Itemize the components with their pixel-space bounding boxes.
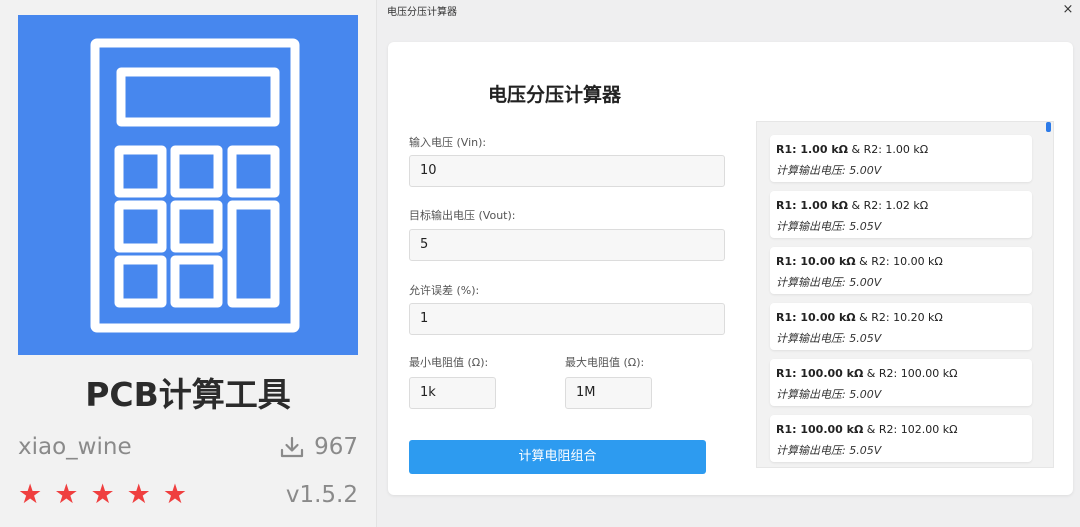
vout-input[interactable]: 5 [409,229,725,261]
scrollbar-thumb[interactable] [1046,122,1051,132]
star-icon: ★ [126,479,151,510]
calculator-icon[interactable] [18,15,358,355]
author-name[interactable]: xiao_wine [18,430,132,464]
result-vout: 计算输出电压: 5.05V [776,220,882,233]
download-icon [280,436,304,458]
app-name: PCB计算工具 [85,375,291,414]
vout-label: 目标输出电压 (Vout): [409,209,516,222]
result-r2: & R2: 100.00 kΩ [863,367,958,380]
result-r1: R1: 1.00 kΩ [776,199,848,212]
tolerance-label: 允许误差 (%): [409,284,480,297]
result-r2: & R2: 10.00 kΩ [855,255,943,268]
result-r1: R1: 100.00 kΩ [776,423,864,436]
result-vout: 计算输出电压: 5.05V [776,332,882,345]
star-icon: ★ [54,479,79,510]
result-item: R1: 1.00 kΩ & R2: 1.00 kΩ 计算输出电压: 5.00V [770,135,1032,182]
result-r1: R1: 10.00 kΩ [776,255,856,268]
vin-input[interactable]: 10 [409,155,725,187]
result-vout: 计算输出电压: 5.00V [776,276,882,289]
result-item: R1: 1.00 kΩ & R2: 1.02 kΩ 计算输出电压: 5.05V [770,191,1032,238]
rating-stars: ★ ★ ★ ★ ★ [18,480,187,510]
result-r2: & R2: 102.00 kΩ [863,423,958,436]
tolerance-input[interactable]: 1 [409,303,725,335]
calculate-button[interactable]: 计算电阻组合 [409,440,706,474]
result-item: R1: 10.00 kΩ & R2: 10.20 kΩ 计算输出电压: 5.05… [770,303,1032,350]
calculator-panel: 电压分压计算器 输入电压 (Vin): 10 目标输出电压 (Vout): 5 … [388,42,1073,495]
star-icon: ★ [18,479,43,510]
download-count: 967 [280,430,358,464]
result-r1: R1: 100.00 kΩ [776,367,864,380]
result-vout: 计算输出电压: 5.00V [776,388,882,401]
result-r2: & R2: 1.00 kΩ [848,143,929,156]
rmin-input[interactable]: 1k [409,377,496,409]
calculator-heading: 电压分压计算器 [488,84,622,106]
title-bar[interactable]: 电压分压计算器 × [377,0,1080,22]
result-item: R1: 100.00 kΩ & R2: 100.00 kΩ 计算输出电压: 5.… [770,359,1032,406]
result-r2: & R2: 10.20 kΩ [855,311,943,324]
vin-label: 输入电压 (Vin): [409,136,487,149]
star-icon: ★ [90,479,115,510]
result-item: R1: 10.00 kΩ & R2: 10.00 kΩ 计算输出电压: 5.00… [770,247,1032,294]
window-title: 电压分压计算器 [387,7,457,18]
result-r1: R1: 10.00 kΩ [776,311,856,324]
app-store-card: PCB计算工具 xiao_wine 967 ★ ★ ★ ★ ★ v1.5.2 [0,0,376,527]
rmin-label: 最小电阻值 (Ω): [409,356,489,369]
rmax-input[interactable]: 1M [565,377,652,409]
close-button[interactable]: × [1061,0,1075,20]
app-window: 电压分压计算器 × 电压分压计算器 输入电压 (Vin): 10 目标输出电压 … [376,0,1080,527]
result-r2: & R2: 1.02 kΩ [848,199,929,212]
download-count-value: 967 [314,434,358,460]
star-icon: ★ [162,479,188,510]
result-r1: R1: 1.00 kΩ [776,143,848,156]
rmax-label: 最大电阻值 (Ω): [565,356,645,369]
result-item: R1: 100.00 kΩ & R2: 102.00 kΩ 计算输出电压: 5.… [770,415,1032,462]
results-list[interactable]: R1: 1.00 kΩ & R2: 1.00 kΩ 计算输出电压: 5.00V … [756,121,1054,468]
result-vout: 计算输出电压: 5.00V [776,164,882,177]
version-label: v1.5.2 [285,482,358,508]
result-vout: 计算输出电压: 5.05V [776,444,882,457]
